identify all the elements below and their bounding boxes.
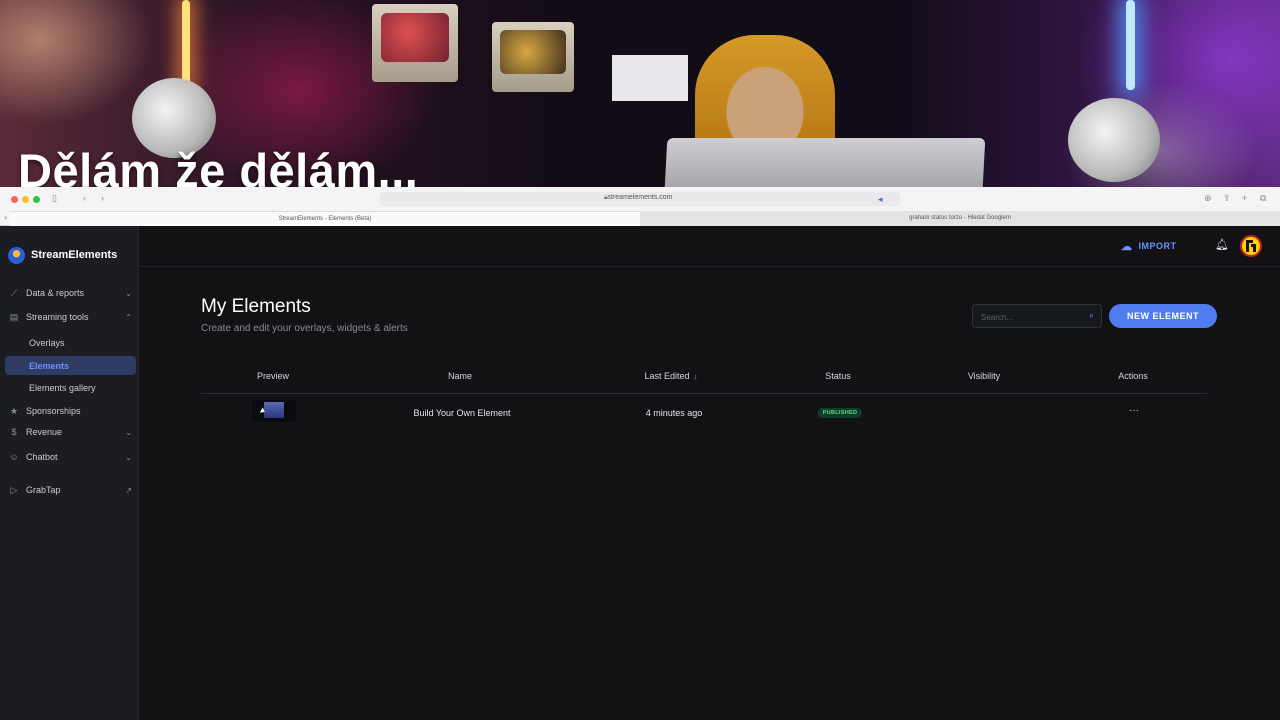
chevron-right-icon[interactable]: › <box>101 192 104 204</box>
play-icon: ▷ <box>10 484 18 495</box>
import-button[interactable]: ☁ IMPORT <box>1121 238 1177 254</box>
search-icon[interactable]: ⌕ <box>1089 310 1094 321</box>
close-tab-icon[interactable]: × <box>4 213 8 225</box>
sidebar-item-data-reports[interactable]: ⟋ Data & reports ⌄ <box>8 283 134 303</box>
main-content: My Elements Create and edit your overlay… <box>139 267 1280 720</box>
external-link-icon: ↗ <box>125 485 132 495</box>
cloud-upload-icon: ☁ <box>1121 240 1133 253</box>
avatar[interactable] <box>1240 235 1262 257</box>
maximize-window-button[interactable] <box>33 196 40 203</box>
browser-toolbar: ▯ ‹ › 🔒︎ streamelements.com ◂ ⊕ ⇪ + ⧉ <box>0 187 1280 211</box>
elements-table: Preview Name Last Edited ↓ Status Visibil… <box>201 367 1207 430</box>
streamelements-app: StreamElements ⟋ Data & reports ⌄ ▤ Stre… <box>0 226 1280 720</box>
astronaut-helmet <box>1068 98 1160 182</box>
page-title: My Elements <box>201 296 311 317</box>
chevron-down-icon: ⌄ <box>125 288 132 298</box>
crt-monitor <box>372 4 458 82</box>
crt-monitor <box>492 22 574 92</box>
bell-icon[interactable]: 🔔︎ <box>1215 238 1229 251</box>
tab-streamelements[interactable]: StreamElements - Elements (Beta) <box>10 211 640 226</box>
sidebar-item-chatbot[interactable]: ☺ Chatbot ⌄ <box>8 447 134 467</box>
robot-icon: ☺ <box>9 452 19 462</box>
sidebar-subitem-elements-gallery[interactable]: Elements gallery <box>5 378 136 397</box>
tab-bar: × StreamElements - Elements (Beta) graha… <box>0 211 1280 226</box>
status-badge: PUBLISHED <box>817 408 863 418</box>
address-bar[interactable]: 🔒︎ streamelements.com ◂ <box>380 192 900 206</box>
tools-icon: ▤ <box>9 311 19 322</box>
sidebar-item-label: Data & reports <box>26 288 85 298</box>
new-element-button[interactable]: NEW ELEMENT <box>1109 304 1217 328</box>
sidebar-item-revenue[interactable]: $ Revenue ⌄ <box>8 422 134 442</box>
sidebar-item-label: GrabTap <box>26 485 61 495</box>
sidebar-item-label: Sponsorships <box>26 406 81 416</box>
laptop <box>664 138 986 188</box>
url-text: streamelements.com <box>607 194 673 201</box>
page-subtitle: Create and edit your overlays, widgets &… <box>201 323 408 334</box>
sidebar-item-label: Streaming tools <box>26 312 89 322</box>
chevron-up-icon: ⌃ <box>125 312 132 322</box>
speaker-icon[interactable]: ◂ <box>878 193 883 205</box>
tabs-icon[interactable]: ⧉ <box>1260 192 1266 204</box>
sidebar-item-label: Revenue <box>26 427 63 437</box>
element-name[interactable]: Build Your Own Element <box>413 408 510 418</box>
table-row[interactable]: Build Your Own Element 4 minutes ago PUB… <box>201 394 1207 430</box>
search-box: ⌕ <box>972 304 1102 328</box>
column-header-label: Last Edited <box>644 371 690 381</box>
import-label: IMPORT <box>1138 241 1177 251</box>
plus-icon[interactable]: + <box>1242 192 1247 204</box>
column-header-preview: Preview <box>256 371 290 381</box>
share-icon[interactable]: ⇪ <box>1223 192 1231 204</box>
column-header-actions: Actions <box>1118 371 1148 381</box>
brand-logo[interactable]: StreamElements <box>8 246 117 264</box>
sidebar-item-grabtap[interactable]: ▷ GrabTap ↗ <box>8 480 134 500</box>
search-input[interactable] <box>981 310 1081 324</box>
sidebar-item-streaming-tools[interactable]: ▤ Streaming tools ⌃ <box>8 307 134 327</box>
neon-light <box>182 0 190 90</box>
tab-google-search[interactable]: graham status torzo - Hledat Googlem <box>640 211 1280 226</box>
column-header-last-edited[interactable]: Last Edited ↓ <box>644 371 697 381</box>
sidebar-item-label: Chatbot <box>26 452 58 462</box>
overlay-title: Dělám že dělám... <box>18 144 419 188</box>
chevron-left-icon[interactable]: ‹ <box>83 192 86 204</box>
sidebar-item-sponsorships[interactable]: ★ Sponsorships <box>8 401 134 421</box>
sticker-board <box>612 55 688 101</box>
sidebar: StreamElements ⟋ Data & reports ⌄ ▤ Stre… <box>0 226 139 720</box>
element-last-edited: 4 minutes ago <box>645 408 703 418</box>
webcam-overlay: Dělám že dělám... <box>0 0 1280 188</box>
element-preview-thumbnail[interactable] <box>252 400 296 422</box>
column-header-visibility[interactable]: Visibility <box>968 371 1000 381</box>
sidebar-subitem-overlays[interactable]: Overlays <box>5 333 136 352</box>
sort-arrow-down-icon: ↓ <box>693 372 698 381</box>
dollar-icon: $ <box>11 427 17 437</box>
minimize-window-button[interactable] <box>22 196 29 203</box>
chevron-down-icon: ⌄ <box>125 452 132 462</box>
sidebar-subitem-elements[interactable]: Elements <box>5 356 136 375</box>
star-icon: ★ <box>9 405 19 416</box>
download-icon[interactable]: ⊕ <box>1204 192 1212 204</box>
more-actions-icon[interactable]: ··· <box>1129 405 1139 416</box>
close-window-button[interactable] <box>11 196 18 203</box>
screen: Dělám že dělám... ▯ ‹ › 🔒︎ streamelement… <box>0 0 1280 720</box>
chart-line-icon: ⟋ <box>10 287 18 298</box>
column-header-status[interactable]: Status <box>825 371 851 381</box>
sidebar-icon[interactable]: ▯ <box>52 192 57 204</box>
neon-light <box>1126 0 1135 90</box>
table-header: Preview Name Last Edited ↓ Status Visibil… <box>201 367 1207 394</box>
brand-name: StreamElements <box>31 249 118 261</box>
streamelements-logo-icon <box>8 246 25 264</box>
chevron-down-icon: ⌄ <box>125 427 132 437</box>
column-header-name[interactable]: Name <box>448 371 472 381</box>
top-bar: ☁ IMPORT 🔔︎ <box>139 226 1280 267</box>
browser-chrome: ▯ ‹ › 🔒︎ streamelements.com ◂ ⊕ ⇪ + ⧉ × … <box>0 187 1280 226</box>
